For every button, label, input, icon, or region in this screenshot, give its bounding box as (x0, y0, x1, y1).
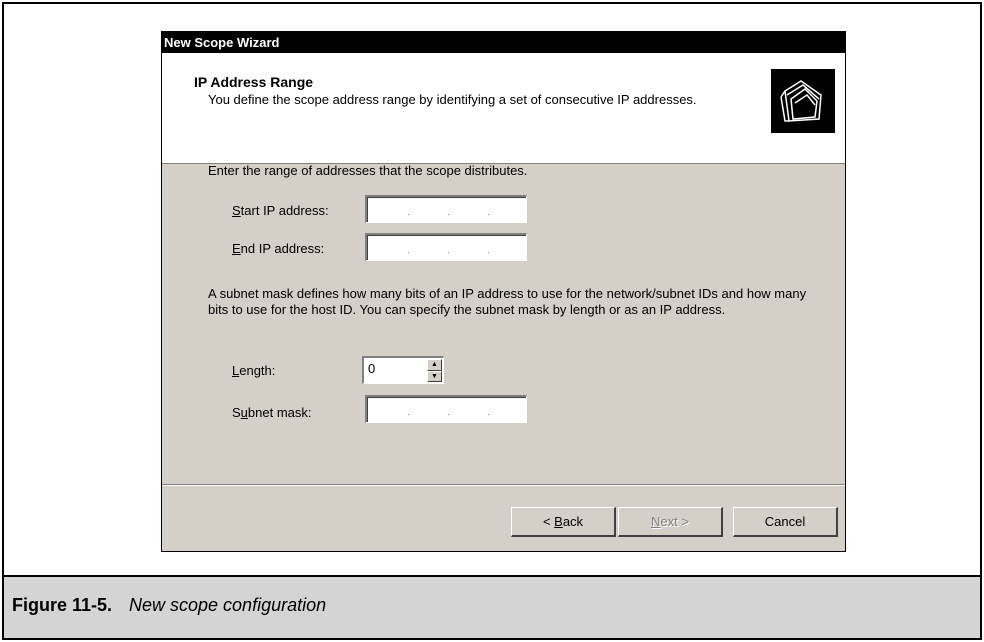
title-bar: New Scope Wizard (162, 32, 845, 53)
figure-caption: New scope configuration (129, 595, 327, 615)
spin-up-icon[interactable]: ▲ (427, 359, 442, 371)
wizard-header: IP Address Range You define the scope ad… (162, 53, 845, 164)
end-ip-field[interactable]: ... (365, 233, 527, 261)
next-button[interactable]: Next > (618, 507, 723, 537)
end-ip-label: End IP address: (232, 241, 325, 256)
new-scope-wizard-dialog: New Scope Wizard IP Address Range You de… (161, 31, 846, 552)
subnet-description: A subnet mask defines how many bits of a… (208, 286, 807, 317)
spin-down-icon[interactable]: ▼ (427, 370, 442, 382)
range-prompt: Enter the range of addresses that the sc… (208, 163, 528, 178)
length-label: Length: (232, 363, 276, 378)
length-stepper[interactable]: 0 ▲ ▼ (362, 356, 444, 384)
length-spinner[interactable]: ▲ ▼ (427, 359, 442, 382)
figure-label: Figure 11-5. (12, 595, 113, 615)
start-ip-label: Start IP address: (232, 203, 329, 218)
figure-caption-bar: Figure 11-5. New scope configuration (4, 575, 980, 638)
subnet-mask-field[interactable]: ... (365, 395, 527, 423)
cancel-button[interactable]: Cancel (733, 507, 838, 537)
folders-icon (771, 69, 835, 133)
subnet-mask-label: Subnet mask: (232, 405, 312, 420)
page-subtitle: You define the scope address range by id… (208, 92, 697, 107)
page-frame: New Scope Wizard IP Address Range You de… (2, 2, 982, 640)
length-value: 0 (368, 361, 376, 376)
start-ip-field[interactable]: ... (365, 195, 527, 223)
button-separator (162, 484, 845, 486)
back-button[interactable]: < Back (511, 507, 616, 537)
page-title: IP Address Range (194, 74, 314, 90)
